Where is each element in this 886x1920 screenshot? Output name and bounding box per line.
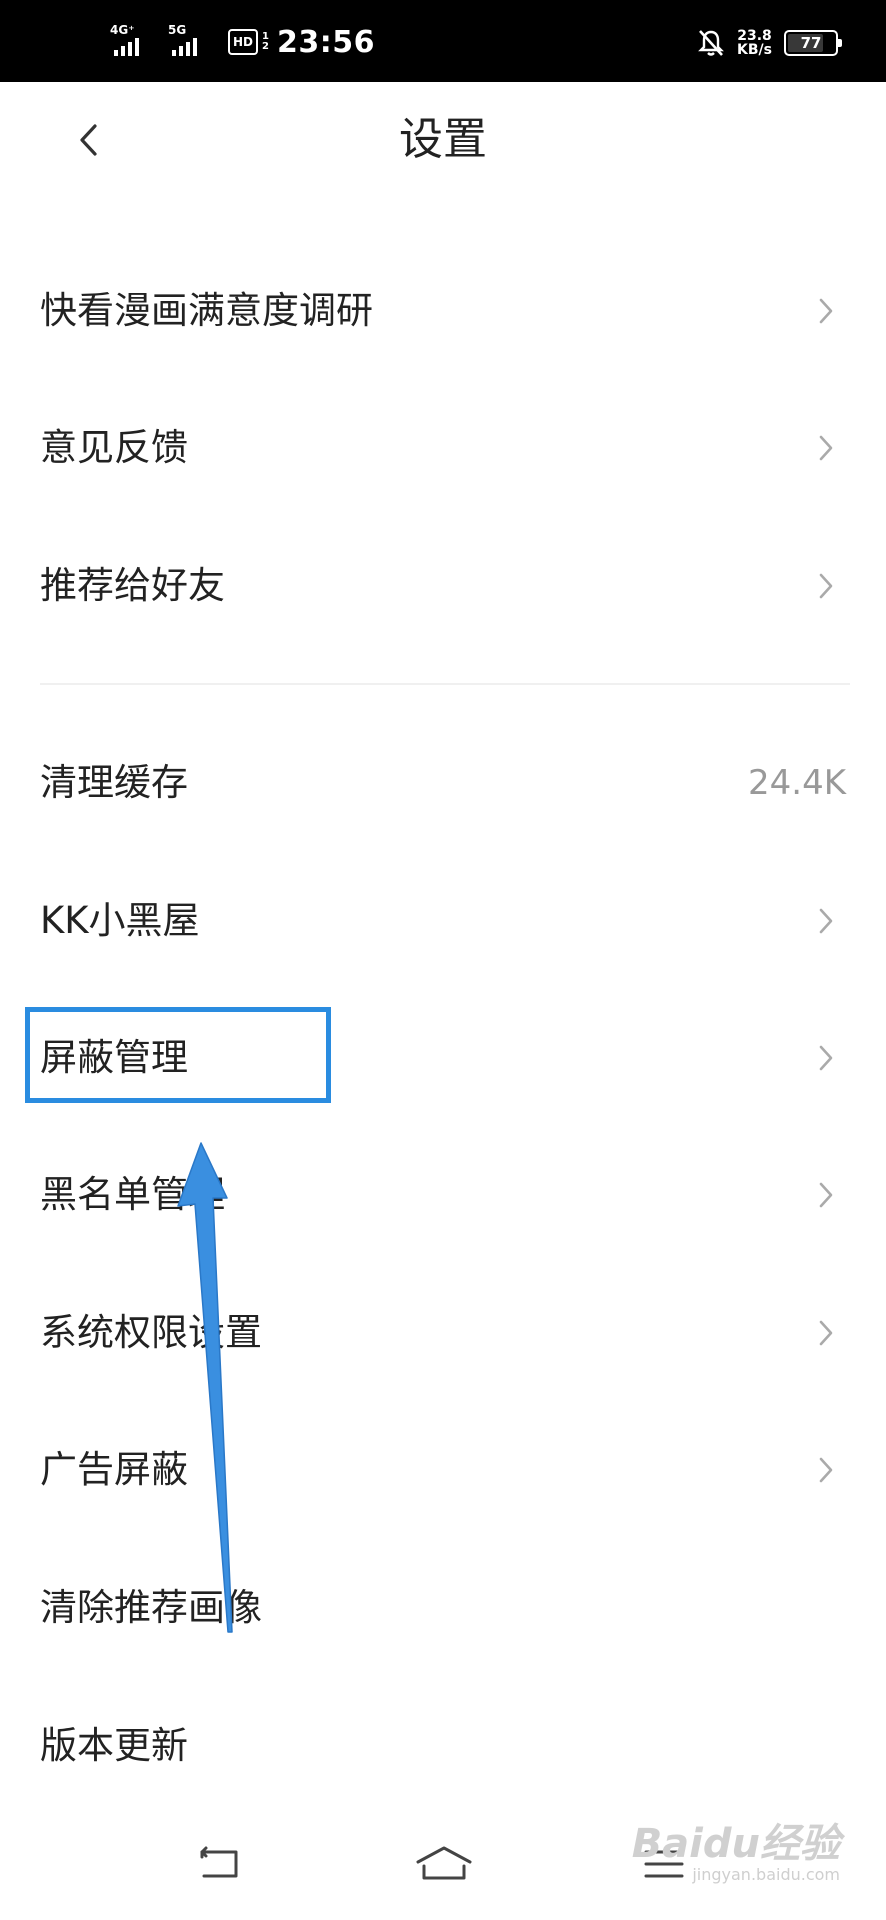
hd-sim-number: 1 2 <box>262 31 269 52</box>
speed-unit: KB/s <box>737 42 772 58</box>
hd-icon: HD <box>228 29 258 55</box>
page-title: 设置 <box>399 114 487 165</box>
sim2-network-tag: 5G <box>168 23 187 37</box>
settings-item-clear-profile[interactable]: 清除推荐画像 <box>0 1548 886 1668</box>
settings-item-label: 清理缓存 <box>40 761 188 804</box>
back-nav-icon <box>200 1846 238 1878</box>
settings-item-label: 系统权限设置 <box>40 1311 262 1354</box>
watermark-url: jingyan.baidu.com <box>692 1865 840 1884</box>
settings-item-clear-cache[interactable]: 清理缓存 24.4K <box>0 723 886 843</box>
settings-item-label: 意见反馈 <box>40 426 188 469</box>
settings-item-label: 黑名单管理 <box>40 1173 225 1216</box>
settings-item-permissions[interactable]: 系统权限设置 <box>0 1273 886 1393</box>
speed-value: 23.8 <box>737 28 772 44</box>
watermark-brand: Baidu经验 <box>631 1821 840 1867</box>
settings-item-label: 版本更新 <box>40 1724 188 1767</box>
settings-item-label: 推荐给好友 <box>40 564 225 607</box>
sim1-network-tag: 4G⁺ <box>110 23 135 37</box>
signal-icon: 5G <box>166 24 214 60</box>
home-nav-icon <box>416 1846 472 1880</box>
bell-off-icon <box>698 30 724 56</box>
watermark: Baidu经验 jingyan.baidu.com <box>632 1822 840 1884</box>
settings-item-feedback[interactable]: 意见反馈 <box>0 388 886 508</box>
settings-screen: 4G⁺ 5G HD 1 2 23:56 23.8 KB/s 77 设置 快看漫画… <box>0 0 886 1920</box>
section-divider <box>40 683 850 685</box>
chevron-right-icon <box>819 573 833 599</box>
chevron-right-icon <box>819 298 833 324</box>
back-nav-button[interactable] <box>188 1832 252 1896</box>
settings-item-label: 广告屏蔽 <box>40 1448 188 1491</box>
settings-item-label: 清除推荐画像 <box>40 1586 262 1629</box>
app-header: 设置 <box>0 82 886 200</box>
settings-item-version-update[interactable]: 版本更新 <box>0 1686 886 1806</box>
settings-item-survey[interactable]: 快看漫画满意度调研 <box>0 251 886 371</box>
status-right: 23.8 KB/s 77 <box>697 26 842 60</box>
chevron-right-icon <box>819 1045 833 1071</box>
status-bar: 4G⁺ 5G HD 1 2 23:56 23.8 KB/s 77 <box>0 0 886 82</box>
chevron-right-icon <box>819 1320 833 1346</box>
chevron-right-icon <box>819 908 833 934</box>
highlight-box <box>25 1007 331 1103</box>
chevron-right-icon <box>819 1182 833 1208</box>
status-left: 4G⁺ 5G HD 1 2 23:56 <box>108 22 375 62</box>
settings-item-recommend[interactable]: 推荐给好友 <box>0 526 886 646</box>
settings-item-kk-blackroom[interactable]: KK小黑屋 <box>0 861 886 981</box>
home-nav-button[interactable] <box>412 1832 476 1896</box>
battery-level: 77 <box>800 34 822 52</box>
chevron-right-icon <box>819 1457 833 1483</box>
status-time: 23:56 <box>276 24 375 60</box>
settings-item-blacklist[interactable]: 黑名单管理 <box>0 1135 886 1255</box>
chevron-right-icon <box>819 435 833 461</box>
battery-icon: 77 <box>784 30 842 56</box>
settings-item-label: 快看漫画满意度调研 <box>40 289 373 332</box>
network-speed: 23.8 KB/s <box>737 29 772 57</box>
cache-size-value: 24.4K <box>748 763 846 803</box>
signal-icon: 4G⁺ <box>108 24 156 60</box>
settings-item-ad-block[interactable]: 广告屏蔽 <box>0 1410 886 1530</box>
settings-item-label: KK小黑屋 <box>40 899 200 942</box>
